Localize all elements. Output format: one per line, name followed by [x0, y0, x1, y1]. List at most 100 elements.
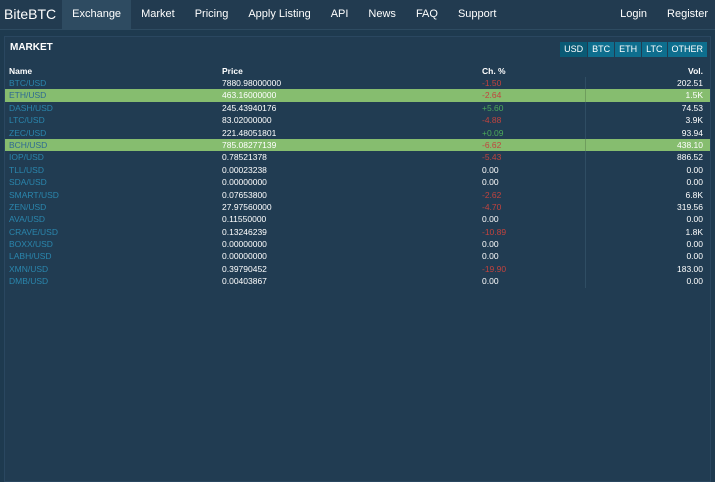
column-divider [585, 101, 586, 115]
column-divider [585, 163, 586, 177]
tab-ltc[interactable]: LTC [642, 42, 667, 57]
volume-cell: 1.5K [685, 90, 704, 101]
pair-link[interactable]: CRAVE/USD [9, 226, 58, 238]
currency-tabs: USD BTC ETH LTC OTHER [560, 42, 707, 57]
column-divider [585, 151, 586, 164]
change-cell: -10.89 [482, 226, 507, 237]
table-row[interactable]: BCH/USD 785.08277139 -6.62 438.10 [5, 138, 710, 152]
table-row[interactable]: BOXX/USD 0.00000000 0.00 0.00 [5, 238, 710, 251]
price-cell: 0.00000000 [222, 177, 267, 188]
pair-link[interactable]: AVA/USD [9, 213, 45, 225]
pair-link[interactable]: LTC/USD [9, 114, 45, 126]
change-cell: -5.43 [482, 152, 502, 163]
price-cell: 0.39790452 [222, 263, 267, 274]
price-cell: 83.02000000 [222, 115, 272, 126]
header-vol[interactable]: Vol. [688, 65, 703, 77]
price-cell: 0.00000000 [222, 239, 267, 250]
volume-cell: 93.94 [681, 127, 703, 138]
column-divider [585, 275, 586, 288]
price-cell: 463.16000000 [222, 90, 277, 101]
price-cell: 0.13246239 [222, 226, 267, 237]
pair-link[interactable]: ZEN/USD [9, 201, 46, 213]
pair-link[interactable]: DMB/USD [9, 275, 48, 287]
tab-eth[interactable]: ETH [615, 42, 642, 57]
volume-cell: 0.00 [686, 177, 703, 188]
change-cell: -19.90 [482, 263, 507, 274]
nav-pricing[interactable]: Pricing [185, 0, 239, 29]
nav-market[interactable]: Market [131, 0, 185, 29]
change-cell: +5.60 [482, 102, 504, 113]
pair-link[interactable]: TLL/USD [9, 164, 44, 176]
pair-link[interactable]: ETH/USD [9, 89, 46, 101]
table-row[interactable]: ZEC/USD 221.48051801 +0.09 93.94 [5, 126, 710, 139]
column-divider [585, 213, 586, 226]
table-row[interactable]: CRAVE/USD 0.13246239 -10.89 1.8K [5, 225, 710, 239]
pair-link[interactable]: SDA/USD [9, 176, 47, 188]
pair-link[interactable]: DASH/USD [9, 102, 53, 114]
volume-cell: 0.00 [686, 251, 703, 262]
nav-exchange[interactable]: Exchange [62, 0, 132, 29]
pair-link[interactable]: SMART/USD [9, 189, 59, 201]
pair-link[interactable]: ZEC/USD [9, 127, 46, 139]
table-row[interactable]: ETH/USD 463.16000000 -2.64 1.5K [5, 89, 710, 102]
nav-register[interactable]: Register [657, 0, 715, 29]
table-row[interactable]: LTC/USD 83.02000000 -4.88 3.9K [5, 114, 710, 127]
table-row[interactable]: DASH/USD 245.43940176 +5.60 74.53 [5, 101, 710, 115]
top-navbar: BiteBTC Exchange Market Pricing Apply Li… [0, 0, 715, 30]
price-cell: 0.78521378 [222, 152, 267, 163]
table-header: Name Price Ch. % Vol. [5, 65, 710, 77]
change-cell: 0.00 [482, 214, 499, 225]
price-cell: 221.48051801 [222, 127, 277, 138]
tab-other[interactable]: OTHER [667, 42, 707, 57]
table-row[interactable]: LABH/USD 0.00000000 0.00 0.00 [5, 250, 710, 263]
change-cell: -6.62 [482, 139, 502, 150]
column-divider [585, 89, 586, 102]
volume-cell: 183.00 [677, 263, 703, 274]
column-divider [585, 176, 586, 189]
change-cell: -4.70 [482, 201, 502, 212]
nav-news[interactable]: News [358, 0, 406, 29]
table-row[interactable]: IOP/USD 0.78521378 -5.43 886.52 [5, 151, 710, 164]
nav-apply-listing[interactable]: Apply Listing [238, 0, 320, 29]
table-row[interactable]: TLL/USD 0.00023238 0.00 0.00 [5, 163, 710, 177]
column-divider [585, 225, 586, 239]
pair-link[interactable]: BOXX/USD [9, 238, 53, 250]
volume-cell: 438.10 [677, 139, 703, 150]
nav-api[interactable]: API [321, 0, 359, 29]
column-divider [585, 188, 586, 201]
table-row[interactable]: BTC/USD 7880.98000000 -1.50 202.51 [5, 77, 710, 90]
price-cell: 0.00403867 [222, 276, 267, 287]
pair-link[interactable]: IOP/USD [9, 151, 44, 163]
nav-support[interactable]: Support [448, 0, 507, 29]
change-cell: -4.88 [482, 115, 502, 126]
column-divider [585, 77, 586, 90]
table-row[interactable]: AVA/USD 0.11550000 0.00 0.00 [5, 213, 710, 226]
change-cell: 0.00 [482, 177, 499, 188]
volume-cell: 0.00 [686, 164, 703, 175]
nav-faq[interactable]: FAQ [406, 0, 448, 29]
table-row[interactable]: SDA/USD 0.00000000 0.00 0.00 [5, 176, 710, 189]
pair-link[interactable]: XMN/USD [9, 263, 48, 275]
price-cell: 7880.98000000 [222, 78, 282, 88]
pair-link[interactable]: LABH/USD [9, 250, 52, 262]
header-name[interactable]: Name [9, 65, 32, 77]
brand-logo[interactable]: BiteBTC [0, 0, 62, 29]
table-row[interactable]: SMART/USD 0.07653800 -2.62 6.8K [5, 188, 710, 201]
volume-cell: 3.9K [685, 115, 704, 126]
nav-login[interactable]: Login [610, 0, 657, 29]
market-title: MARKET [10, 42, 53, 53]
table-row[interactable]: XMN/USD 0.39790452 -19.90 183.00 [5, 262, 710, 276]
header-change[interactable]: Ch. % [482, 65, 506, 77]
tab-usd[interactable]: USD [560, 42, 588, 57]
price-cell: 27.97560000 [222, 201, 272, 212]
column-divider [585, 262, 586, 276]
header-price[interactable]: Price [222, 65, 243, 77]
change-cell: 0.00 [482, 276, 499, 287]
pair-link[interactable]: BTC/USD [9, 77, 46, 89]
table-row[interactable]: DMB/USD 0.00403867 0.00 0.00 [5, 275, 710, 288]
volume-cell: 886.52 [677, 152, 703, 163]
volume-cell: 0.00 [686, 214, 703, 225]
tab-btc[interactable]: BTC [588, 42, 615, 57]
pair-link[interactable]: BCH/USD [9, 139, 47, 151]
table-row[interactable]: ZEN/USD 27.97560000 -4.70 319.56 [5, 200, 710, 214]
